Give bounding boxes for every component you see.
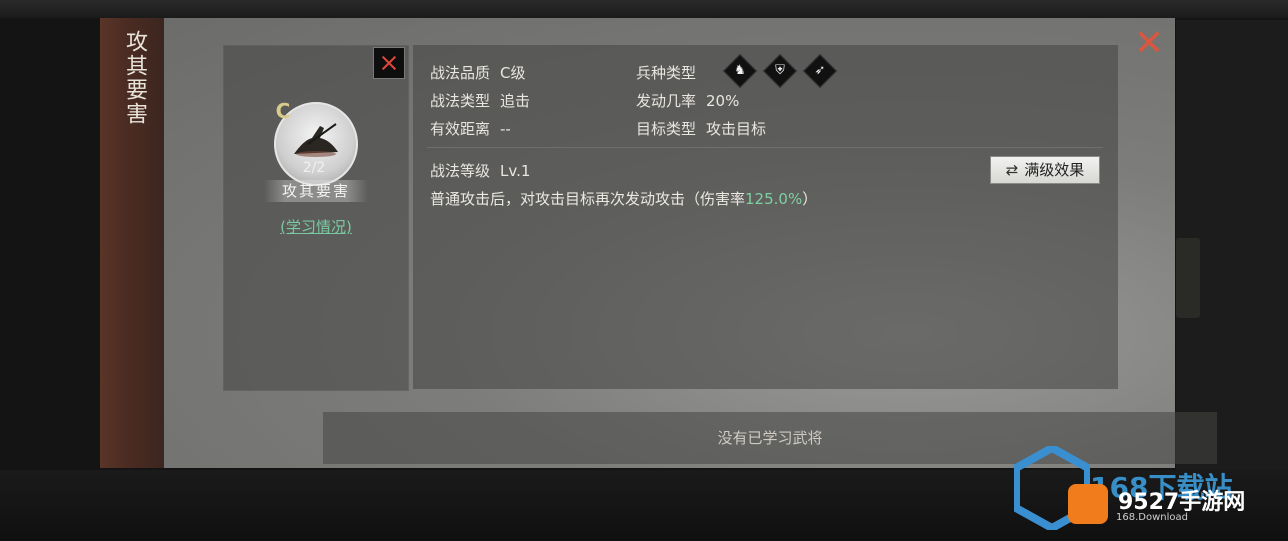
horse-badge-icon [1068,484,1108,524]
attr-troop: 兵种类型 [636,62,696,83]
attr-type-value: 追击 [500,92,531,110]
skill-name: 攻其要害 [264,180,368,202]
attr-trigger-value: 20% [706,92,740,110]
description-suffix: ） [802,190,818,208]
attr-target-label: 目标类型 [636,120,697,138]
study-status-link[interactable]: (学习情况) [268,216,364,237]
attr-type-label: 战法类型 [430,92,491,110]
swap-arrows-icon: ⇄ [1005,161,1019,179]
attr-target: 目标类型 攻击目标 [636,118,766,139]
watermark-sub-text: 168.Download [1116,512,1188,523]
attr-quality-value: C级 [500,64,526,82]
skill-card: C 2/2 攻其要害 (学习情况) [223,45,409,391]
attr-quality: 战法品质 C级 [430,62,526,83]
attr-range-label: 有效距离 [430,120,491,138]
attr-type: 战法类型 追击 [430,90,530,111]
learned-empty-text: 没有已学习武将 [717,429,823,447]
skill-description: 普通攻击后，对攻击目标再次发动攻击（伤害率125.0%） [430,188,817,209]
description-prefix: 普通攻击后，对攻击目标再次发动攻击（伤害率 [430,190,746,208]
background-top-bar [0,0,1288,18]
skill-count: 2/2 [302,160,326,176]
damage-rate-value: 125.0% [745,190,803,208]
attr-trigger: 发动几率 20% [636,90,739,111]
attr-quality-label: 战法品质 [430,64,491,82]
modal-title-strip: 攻其要害 [100,18,164,468]
attr-trigger-label: 发动几率 [636,92,697,110]
warrior-figure-icon [294,123,338,157]
close-small-icon[interactable] [373,47,405,79]
skill-level-label: 战法等级 [430,162,491,180]
attr-range-value: -- [500,120,511,138]
background-side-tab [1176,238,1200,318]
max-level-effect-button[interactable]: ⇄ 满级效果 [990,156,1100,184]
close-icon[interactable]: ✕ [1132,26,1166,62]
skill-level: 战法等级 Lv.1 [430,160,530,181]
skill-detail-modal: 攻其要害 ✕ C 2/2 攻其要害 (学习情况) 没有已学习武将 [100,18,1217,468]
attr-range: 有效距离 -- [430,118,511,139]
attr-troop-label: 兵种类型 [636,64,697,82]
skill-level-value: Lv.1 [500,162,531,180]
attr-target-value: 攻击目标 [706,120,767,138]
skill-grade-badge: C [275,99,291,123]
max-level-effect-label: 满级效果 [1024,161,1085,179]
attributes-divider [427,147,1103,148]
modal-title: 攻其要害 [122,30,147,126]
